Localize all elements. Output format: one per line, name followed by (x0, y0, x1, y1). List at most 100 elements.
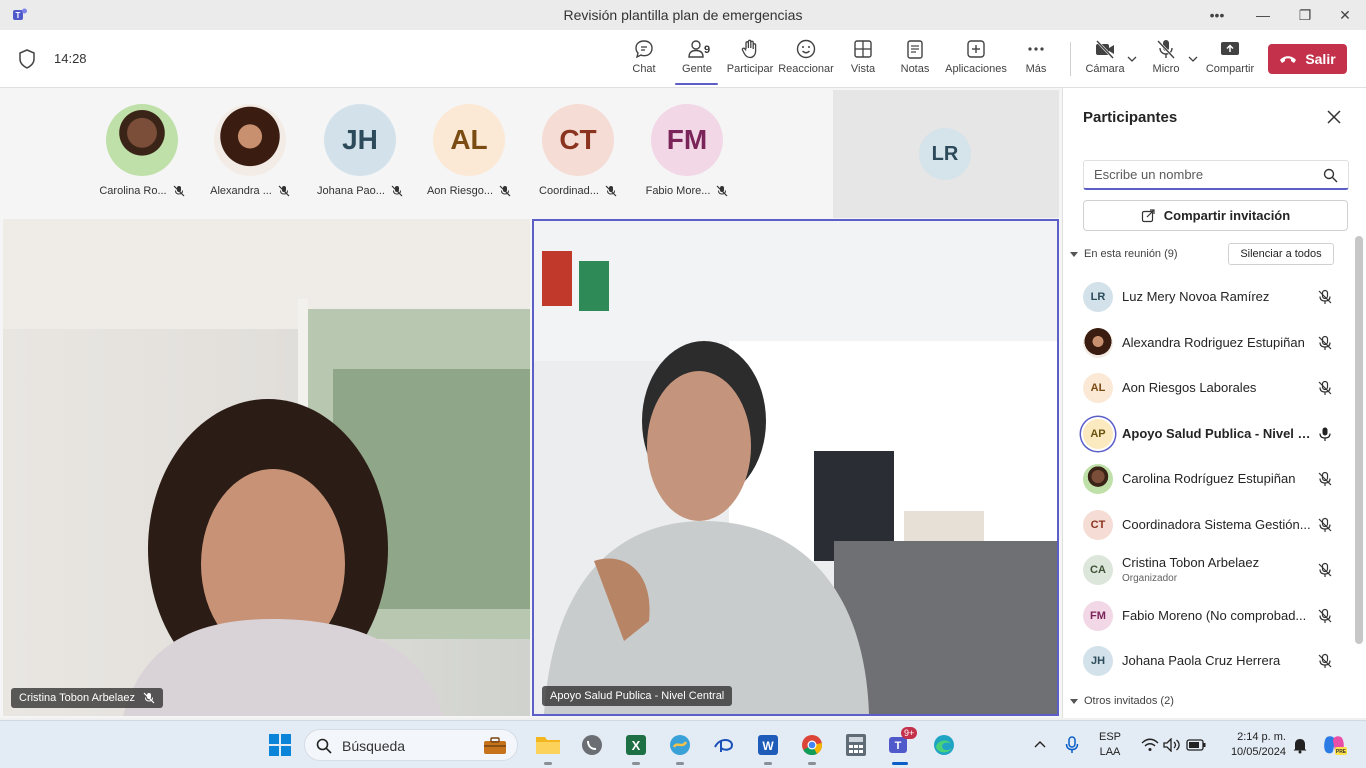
svg-text:X: X (632, 738, 641, 753)
calculator-icon[interactable] (842, 731, 870, 759)
panel-scrollbar[interactable] (1355, 236, 1363, 644)
share-invite-button[interactable]: Compartir invitación (1083, 200, 1348, 231)
more-button[interactable]: Más (1022, 38, 1050, 82)
avatar: LR (1083, 282, 1113, 312)
mic-off-icon (499, 185, 511, 197)
battery-icon[interactable] (1182, 731, 1210, 759)
edge-icon[interactable] (930, 731, 958, 759)
word-icon[interactable]: W (754, 731, 782, 759)
meeting-toolbar: 14:28 Chat Gente 9 Participar Reaccionar… (0, 30, 1366, 88)
close-window-button[interactable]: ✕ (1324, 0, 1366, 30)
avatar: CT (542, 104, 614, 176)
video-tile-right[interactable]: Apoyo Salud Publica - Nivel Central (532, 219, 1059, 716)
gallery-tile[interactable]: Alexandra ... (200, 104, 300, 197)
apps-button[interactable]: Aplicaciones (944, 38, 1008, 82)
video-feed (3, 219, 530, 716)
briefcase-icon (484, 737, 506, 754)
participant-row[interactable]: Alexandra Rodriguez Estupiñan (1063, 321, 1355, 365)
excel-icon[interactable]: X (622, 731, 650, 759)
minimize-button[interactable]: — (1242, 0, 1284, 30)
maximize-button[interactable]: ❐ (1284, 0, 1326, 30)
react-button[interactable]: Reaccionar (778, 38, 834, 82)
avatar: AP (1083, 419, 1113, 449)
running-indicator (808, 762, 816, 765)
camera-label: Cámara (1085, 63, 1125, 75)
participant-row[interactable]: JH Johana Paola Cruz Herrera (1063, 639, 1355, 683)
chrome-icon[interactable] (798, 731, 826, 759)
share-button[interactable]: Compartir (1205, 38, 1255, 82)
video-tile-left[interactable]: Cristina Tobon Arbelaez (3, 219, 530, 716)
notifications-bell-icon[interactable] (1286, 731, 1314, 759)
gallery-name: Aon Riesgo... (426, 185, 494, 197)
mic-off-icon (1318, 471, 1332, 486)
react-label: Reaccionar (778, 63, 834, 75)
participant-name: Carolina Rodríguez Estupiñan (1122, 471, 1296, 486)
leave-button[interactable]: Salir (1268, 44, 1347, 74)
spotlight-tile[interactable]: LR (833, 90, 1059, 218)
participant-search (1083, 160, 1349, 190)
search-input[interactable] (1094, 161, 1314, 187)
windows-taskbar: Búsqueda X W T 9+ ESP LAA 2:14 p. m. 10/… (0, 720, 1366, 768)
chat-button[interactable]: Chat (631, 38, 657, 82)
participant-row[interactable]: AP Apoyo Salud Publica - Nivel C... (1063, 412, 1355, 456)
camera-button[interactable]: Cámara (1085, 38, 1125, 82)
clock[interactable]: 2:14 p. m. 10/05/2024 (1216, 730, 1286, 760)
in-meeting-label: En esta reunión (9) (1084, 248, 1178, 260)
in-meeting-section-header[interactable]: En esta reunión (9) (1070, 248, 1178, 260)
close-icon[interactable] (1325, 108, 1343, 126)
chevron-up-icon[interactable] (1026, 731, 1054, 759)
mic-off-icon (1318, 289, 1332, 304)
video-participant-name: Apoyo Salud Publica - Nivel Central (550, 690, 725, 702)
windows-logo-icon (269, 734, 291, 756)
keyboard-layout: LAA (1099, 746, 1121, 758)
title-bar: T Revisión plantilla plan de emergencias… (0, 0, 1366, 30)
avatar: CT (1083, 510, 1113, 540)
whatsapp-icon[interactable] (578, 731, 606, 759)
participant-name: Luz Mery Novoa Ramírez (1122, 289, 1270, 304)
maps-app-icon[interactable] (666, 731, 694, 759)
leave-label: Salir (1305, 51, 1336, 67)
avatar: FM (1083, 601, 1113, 631)
gallery-tile[interactable]: JH Johana Pao... (310, 104, 410, 197)
more-options-icon[interactable]: ••• (1196, 0, 1238, 30)
participant-row[interactable]: FM Fabio Moreno (No comprobad... (1063, 594, 1355, 638)
file-explorer-icon[interactable] (534, 731, 562, 759)
input-language[interactable]: ESP LAA (1094, 730, 1126, 760)
other-invitees-section-header[interactable]: Otros invitados (2) (1070, 695, 1174, 707)
teams-taskbar-icon[interactable]: T 9+ (886, 727, 918, 759)
video-name-tag: Cristina Tobon Arbelaez (11, 688, 163, 708)
mic-on-icon (1319, 427, 1331, 441)
copilot-icon[interactable]: PRE (1320, 731, 1348, 759)
running-indicator (764, 762, 772, 765)
gallery-tile[interactable]: CT Coordinad... (528, 104, 628, 197)
avatar: AL (1083, 373, 1113, 403)
raise-hand-button[interactable]: Participar (727, 38, 773, 82)
avatar: CA (1083, 555, 1113, 585)
mic-button[interactable]: Micro (1151, 38, 1181, 82)
gallery-tile[interactable]: AL Aon Riesgo... (419, 104, 519, 197)
disney-app-icon[interactable] (710, 731, 738, 759)
taskbar-search[interactable]: Búsqueda (304, 729, 518, 761)
mic-off-icon (1318, 608, 1332, 623)
participant-row[interactable]: CT Coordinadora Sistema Gestión... (1063, 503, 1355, 547)
gallery-tile[interactable]: FM Fabio More... (637, 104, 737, 197)
share-arrow-icon (1141, 209, 1155, 223)
participant-row[interactable]: CA Cristina Tobon Arbelaez Organizador (1063, 548, 1355, 592)
view-button[interactable]: Vista (850, 38, 876, 82)
gallery-tile[interactable]: Carolina Ro... (92, 104, 192, 197)
participant-row[interactable]: AL Aon Riesgos Laborales (1063, 366, 1355, 410)
apps-label: Aplicaciones (945, 63, 1007, 75)
mute-all-button[interactable]: Silenciar a todos (1228, 243, 1334, 265)
microphone-tray-icon[interactable] (1058, 731, 1086, 759)
taskbar-search-label: Búsqueda (342, 738, 406, 754)
participant-row[interactable]: LR Luz Mery Novoa Ramírez (1063, 275, 1355, 319)
meeting-stage: Carolina Ro... Alexandra ... JH Johana P… (0, 88, 1062, 718)
active-indicator (892, 762, 908, 765)
camera-options-chevron-icon[interactable] (1127, 54, 1137, 64)
share-label: Compartir (1205, 63, 1255, 75)
participant-row[interactable]: Carolina Rodríguez Estupiñan (1063, 457, 1355, 501)
start-button[interactable] (266, 731, 294, 759)
mic-options-chevron-icon[interactable] (1188, 54, 1198, 64)
notes-button[interactable]: Notas (900, 38, 930, 82)
participant-name: Fabio Moreno (No comprobad... (1122, 608, 1307, 623)
